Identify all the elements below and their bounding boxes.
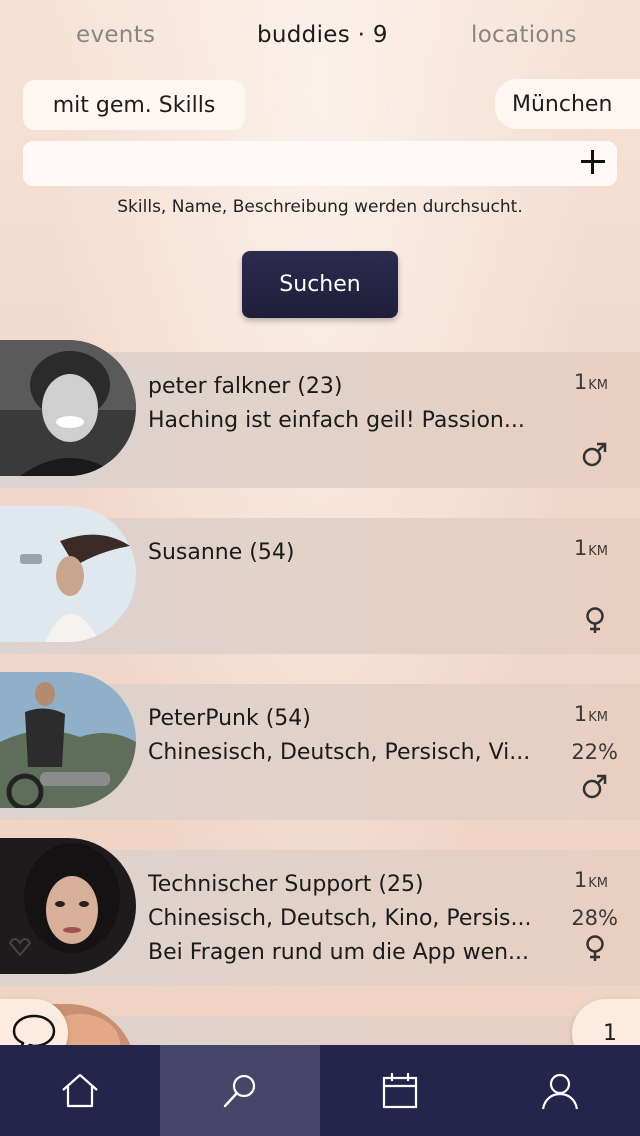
city-filter-chip[interactable]: München (495, 79, 640, 129)
avatar (0, 506, 136, 642)
nav-search[interactable] (160, 1045, 320, 1136)
calendar-icon (382, 1072, 418, 1108)
nav-home[interactable] (0, 1045, 160, 1136)
buddy-distance: 1KM (574, 370, 608, 394)
search-input[interactable] (23, 141, 617, 186)
user-icon (541, 1073, 579, 1109)
buddy-name: peter falkner (23) (148, 374, 343, 399)
search-button[interactable]: Suchen (242, 251, 398, 318)
avatar (0, 838, 136, 974)
search-hint: Skills, Name, Beschreibung werden durchs… (117, 197, 523, 217)
home-icon (62, 1073, 98, 1107)
buddy-skills: Chinesisch, Deutsch, Persisch, Vi... (148, 740, 531, 765)
distance-value: 1 (573, 868, 588, 892)
buddy-card[interactable]: peter falkner (23) Haching ist einfach g… (0, 340, 640, 488)
bottom-nav (0, 1045, 640, 1136)
match-percent: 22% (571, 740, 618, 764)
buddy-description: Haching ist einfach geil! Passion... (148, 408, 525, 433)
buddy-card[interactable]: Technischer Support (25) Chinesisch, Deu… (0, 838, 640, 986)
male-icon (582, 440, 608, 468)
top-tabs: events buddies · 9 locations (0, 22, 640, 62)
distance-value: 1 (573, 702, 588, 726)
tab-locations[interactable]: locations (471, 22, 577, 48)
buddy-distance: 1KM (574, 702, 608, 726)
buddy-name: Susanne (54) (148, 540, 295, 565)
distance-value: 1 (573, 536, 588, 560)
female-icon (582, 934, 608, 962)
avatar (0, 340, 136, 476)
distance-unit: KM (588, 378, 608, 393)
tab-events[interactable]: events (76, 22, 155, 48)
buddy-name: PeterPunk (54) (148, 706, 311, 731)
match-percent: 28% (571, 906, 618, 930)
buddy-card[interactable]: PeterPunk (54) Chinesisch, Deutsch, Pers… (0, 672, 640, 820)
plus-icon[interactable] (581, 150, 605, 174)
avatar (0, 672, 136, 808)
male-icon (582, 772, 608, 800)
buddy-info: peter falkner (23) Haching ist einfach g… (148, 370, 553, 438)
buddy-description: Bei Fragen rund um die App wen... (148, 940, 530, 965)
female-icon (582, 606, 608, 634)
search-icon (223, 1074, 256, 1107)
buddy-info: PeterPunk (54) Chinesisch, Deutsch, Pers… (148, 702, 553, 770)
distance-value: 1 (573, 370, 588, 394)
buddy-skills: Chinesisch, Deutsch, Kino, Persis... (148, 906, 532, 931)
distance-unit: KM (588, 876, 608, 891)
nav-calendar[interactable] (320, 1045, 480, 1136)
tab-buddies[interactable]: buddies · 9 (257, 22, 388, 48)
skills-filter-chip[interactable]: mit gem. Skills (23, 80, 245, 130)
buddy-card[interactable]: Susanne (54) 1KM (0, 506, 640, 654)
buddy-distance: 1KM (574, 868, 608, 892)
buddy-info: Susanne (54) (148, 536, 553, 570)
buddy-name: Technischer Support (25) (148, 872, 424, 897)
distance-unit: KM (588, 544, 608, 559)
buddy-distance: 1KM (574, 536, 608, 560)
buddy-info: Technischer Support (25) Chinesisch, Deu… (148, 868, 553, 970)
nav-profile[interactable] (480, 1045, 640, 1136)
distance-unit: KM (588, 710, 608, 725)
